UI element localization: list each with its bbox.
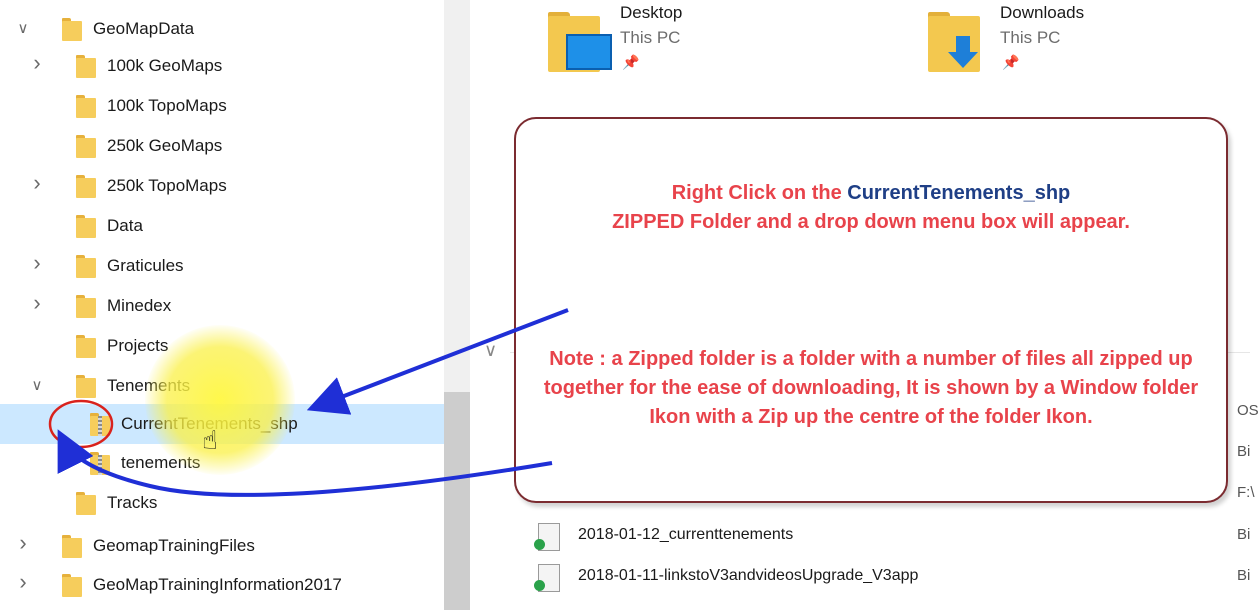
arrow-to-zip-icon	[57, 429, 553, 497]
annotation-arrows	[48, 308, 569, 497]
hand-cursor-icon: ☝	[202, 425, 218, 455]
arrow-to-current-tenements	[306, 308, 569, 415]
highlight-ring	[48, 399, 114, 449]
